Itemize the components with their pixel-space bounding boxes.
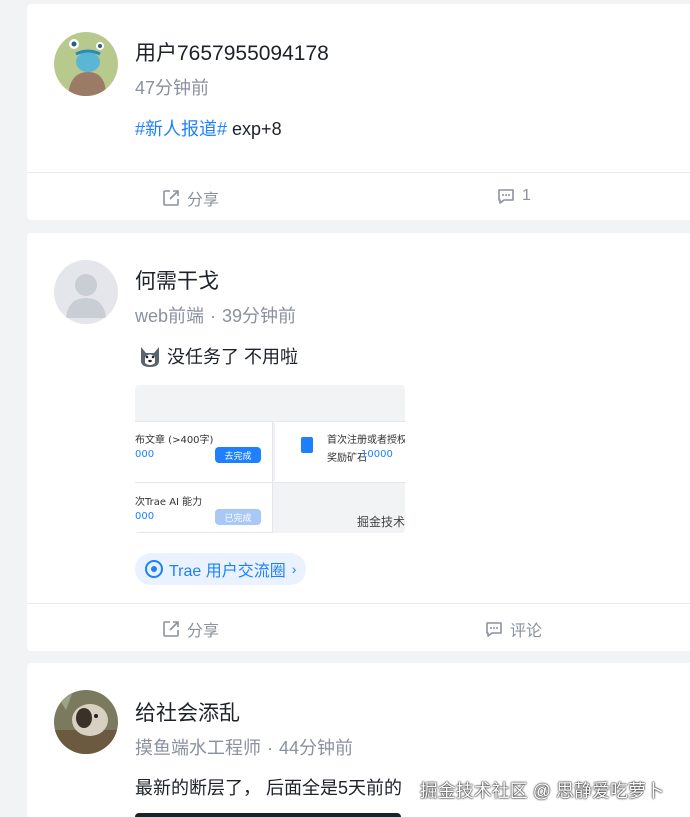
chevron-right-icon: › [291, 561, 297, 577]
author-job: 摸鱼端水工程师 [135, 738, 261, 758]
task-done-button: 已完成 [215, 509, 261, 525]
share-label: 分享 [187, 623, 220, 640]
comment-icon [486, 622, 502, 637]
comment-button[interactable]: 评论 [484, 617, 542, 641]
author-meta: 摸鱼端水工程师 · 44分钟前 [135, 734, 353, 760]
post-content: 没任务了 不用啦 [137, 343, 298, 369]
avatar[interactable] [54, 32, 118, 96]
author-meta: web前端 · 39分钟前 [135, 302, 296, 328]
default-avatar-icon [54, 260, 118, 324]
task-value: 000 [135, 449, 155, 460]
divider [27, 603, 690, 604]
time-text: 39分钟前 [222, 306, 297, 326]
task-card [135, 483, 273, 533]
divider [27, 172, 690, 173]
task-title: 次Trae AI 能力 [135, 497, 203, 508]
time-text: 47分钟前 [135, 78, 210, 98]
post-text: 没任务了 不用啦 [167, 347, 299, 367]
post-content: #新人报道# exp+8 [135, 115, 282, 141]
document-icon [301, 437, 313, 453]
author-job: web前端 [135, 306, 205, 326]
avatar[interactable] [54, 690, 118, 754]
share-icon [163, 190, 179, 206]
task-title: 布文章 (>400字) [135, 435, 214, 446]
site-watermark: 掘金技术社区 @ 思静爱吃萝卜 [419, 781, 664, 801]
comment-icon [498, 189, 514, 204]
separator: · [267, 738, 273, 758]
task-go-button: 去完成 [215, 447, 261, 463]
share-button[interactable]: 分享 [161, 186, 219, 210]
share-label: 分享 [187, 192, 220, 209]
author-name[interactable]: 给社会添乱 [135, 697, 240, 727]
circle-name: Trae 用户交流圈 [169, 563, 286, 580]
task-value: 10000 [361, 449, 393, 460]
comment-label: 评论 [510, 623, 543, 640]
post-text: exp+8 [227, 119, 282, 139]
comment-button[interactable]: 1 [496, 186, 531, 206]
post-card: 何需干戈 web前端 · 39分钟前 没任务了 不用啦 布文章 (>400字) 00… [27, 233, 690, 651]
avatar-photo [54, 690, 118, 754]
separator: · [210, 306, 217, 326]
avatar[interactable] [54, 260, 118, 324]
post-time: 47分钟前 [135, 74, 209, 100]
circle-tag[interactable]: Trae 用户交流圈 › [135, 553, 307, 585]
author-name[interactable]: 何需干戈 [135, 265, 219, 295]
time-text: 44分钟前 [279, 738, 354, 758]
author-name[interactable]: 用户7657955094178 [135, 37, 329, 67]
husky-emoji-icon [141, 347, 159, 367]
post-image[interactable]: 布文章 (>400字) 000 去完成 首次注册或者授权登 奖励矿石 10000… [135, 385, 405, 533]
comment-count: 1 [522, 187, 531, 204]
post-text: 最新的断层了， 后面全是5天前的 [135, 778, 403, 798]
share-icon [163, 621, 179, 637]
post-card: 用户7657955094178 47分钟前 #新人报道# exp+8 分享 1 [27, 4, 690, 220]
share-button[interactable]: 分享 [161, 617, 219, 641]
avatar-illustration [54, 32, 118, 96]
task-title: 首次注册或者授权登 [327, 435, 405, 446]
post-image-preview[interactable] [135, 813, 401, 817]
circle-icon [145, 560, 163, 578]
task-value: 000 [135, 511, 155, 522]
image-watermark: 掘金技术 [357, 515, 405, 529]
topic-link[interactable]: #新人报道# [135, 119, 227, 139]
